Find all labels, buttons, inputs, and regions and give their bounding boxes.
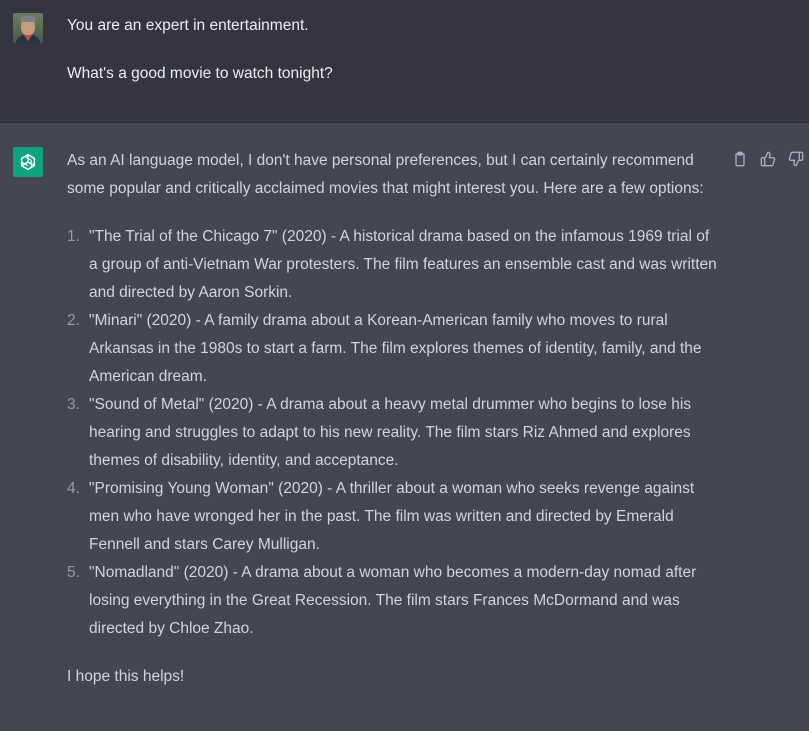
user-message-line: What's a good movie to watch tonight? — [67, 65, 333, 82]
user-message-block: You are an expert in entertainment. What… — [0, 0, 809, 123]
list-item-text: "Minari" (2020) - A family drama about a… — [89, 312, 702, 385]
assistant-intro: As an AI language model, I don't have pe… — [67, 152, 704, 197]
movie-list: 1. "The Trial of the Chicago 7" (2020) -… — [67, 223, 722, 643]
user-avatar — [13, 13, 43, 43]
thumbs-down-button[interactable] — [787, 150, 805, 168]
message-actions — [731, 150, 805, 168]
list-item-number: 5. — [67, 564, 80, 581]
list-item: 1. "The Trial of the Chicago 7" (2020) -… — [67, 223, 722, 307]
list-item-number: 1. — [67, 228, 80, 245]
assistant-message-block: As an AI language model, I don't have pe… — [0, 123, 809, 731]
list-item-number: 2. — [67, 312, 80, 329]
user-message-line: You are an expert in entertainment. — [67, 17, 309, 34]
copy-button[interactable] — [731, 150, 749, 168]
list-item-text: "Promising Young Woman" (2020) - A thril… — [89, 480, 695, 553]
assistant-avatar — [13, 147, 43, 177]
thumbs-up-button[interactable] — [759, 150, 777, 168]
list-item: 4. "Promising Young Woman" (2020) - A th… — [67, 475, 722, 559]
list-item: 5. "Nomadland" (2020) - A drama about a … — [67, 559, 722, 643]
list-item-text: "Nomadland" (2020) - A drama about a wom… — [89, 564, 697, 637]
list-item: 3. "Sound of Metal" (2020) - A drama abo… — [67, 391, 722, 475]
list-item: 2. "Minari" (2020) - A family drama abou… — [67, 307, 722, 391]
list-item-text: "The Trial of the Chicago 7" (2020) - A … — [89, 228, 717, 301]
assistant-message-text: As an AI language model, I don't have pe… — [67, 147, 722, 691]
openai-logo-icon — [20, 153, 36, 171]
list-item-number: 3. — [67, 396, 80, 413]
clipboard-icon — [735, 151, 745, 167]
list-item-number: 4. — [67, 480, 80, 497]
user-message-text: You are an expert in entertainment. What… — [67, 12, 767, 88]
assistant-closing: I hope this helps! — [67, 668, 185, 685]
list-item-text: "Sound of Metal" (2020) - A drama about … — [89, 396, 692, 469]
thumbs-up-icon — [760, 151, 776, 167]
thumbs-down-icon — [788, 151, 804, 167]
